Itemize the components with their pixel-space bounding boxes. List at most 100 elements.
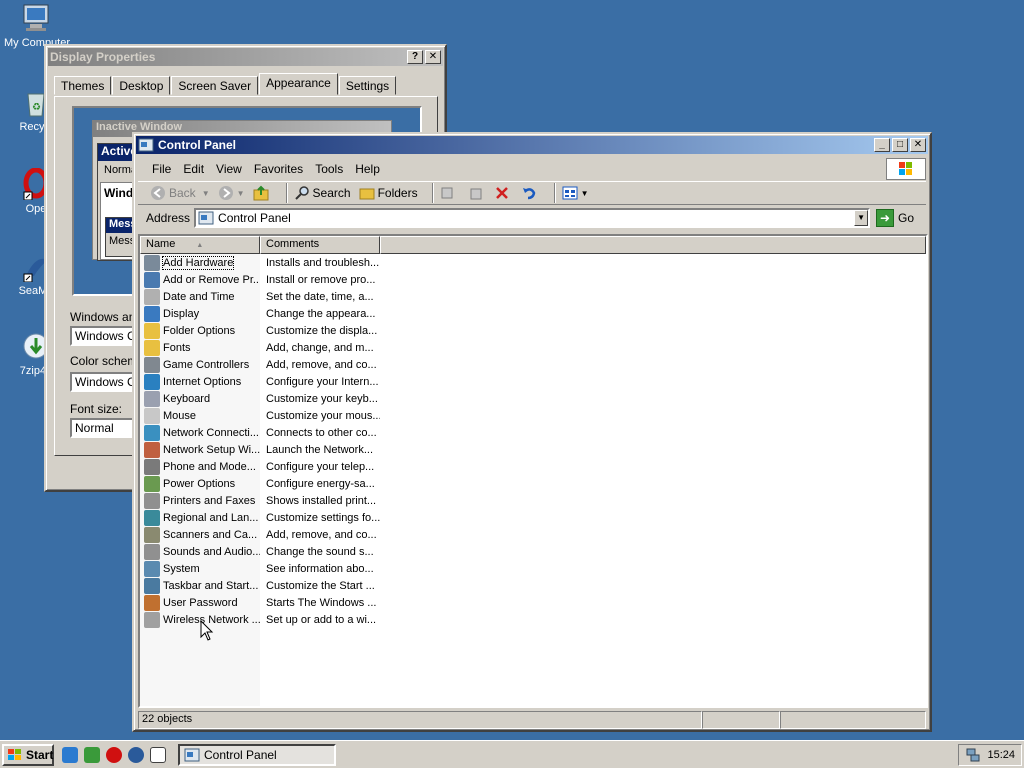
undo-button[interactable]	[521, 185, 540, 201]
list-item[interactable]: Add or Remove Pr... Install or remove pro…	[140, 271, 926, 288]
item-name-cell[interactable]: Taskbar and Start...	[140, 577, 260, 594]
display-properties-titlebar[interactable]: Display Properties ? ✕	[48, 48, 443, 66]
list-item[interactable]: Regional and Lan... Customize settings fo…	[140, 509, 926, 526]
list-item[interactable]: Display Change the appeara...	[140, 305, 926, 322]
go-button[interactable]: ➜ Go	[876, 209, 914, 227]
menu-tools[interactable]: Tools	[315, 162, 343, 176]
tab-desktop[interactable]: Desktop	[112, 76, 171, 95]
item-name-cell[interactable]: Power Options	[140, 475, 260, 492]
minimize-button[interactable]: _	[874, 138, 890, 152]
list-item[interactable]: Taskbar and Start... Customize the Start …	[140, 577, 926, 594]
start-button[interactable]: Start	[2, 743, 54, 766]
list-item[interactable]: Mouse Customize your mous...	[140, 407, 926, 424]
back-label: Back	[169, 186, 196, 200]
move-to-button[interactable]	[440, 185, 459, 201]
item-name-cell[interactable]: Game Controllers	[140, 356, 260, 373]
item-comment: Connects to other co...	[266, 426, 377, 439]
item-name-cell[interactable]: Printers and Faxes	[140, 492, 260, 509]
item-name-cell[interactable]: Network Setup Wi...	[140, 441, 260, 458]
item-name-cell[interactable]: Mouse	[140, 407, 260, 424]
tab-screen-saver[interactable]: Screen Saver	[171, 76, 259, 95]
clock[interactable]: 15:24	[987, 749, 1015, 761]
show-desktop-icon[interactable]	[84, 746, 100, 763]
menu-favorites[interactable]: Favorites	[254, 162, 303, 176]
column-header-name[interactable]: Name ▲	[140, 236, 260, 254]
list-item[interactable]: Internet Options Configure your Intern...	[140, 373, 926, 390]
close-button[interactable]: ✕	[910, 138, 926, 152]
tab-themes[interactable]: Themes	[54, 76, 112, 95]
item-name-cell[interactable]: Network Connecti...	[140, 424, 260, 441]
item-name-cell[interactable]: User Password	[140, 594, 260, 611]
list-item[interactable]: Sounds and Audio... Change the sound s...	[140, 543, 926, 560]
items-rows: Add Hardware Installs and troublesh... Add…	[140, 254, 926, 628]
globe-icon	[144, 373, 160, 390]
color-scheme-select[interactable]: Windows Cla	[70, 372, 140, 392]
network-tray-icon[interactable]	[965, 747, 981, 763]
list-item[interactable]: Fonts Add, change, and m...	[140, 339, 926, 356]
maximize-button[interactable]: □	[892, 138, 908, 152]
menu-file[interactable]: File	[152, 162, 171, 176]
list-item[interactable]: Date and Time Set the date, time, a...	[140, 288, 926, 305]
up-button[interactable]	[253, 185, 272, 201]
list-item[interactable]: Phone and Mode... Configure your telep...	[140, 458, 926, 475]
list-item[interactable]: Network Connecti... Connects to other co.…	[140, 424, 926, 441]
list-item[interactable]: Printers and Faxes Shows installed print.…	[140, 492, 926, 509]
address-dropdown-icon[interactable]: ▼	[854, 210, 869, 226]
close-button[interactable]: ✕	[425, 50, 441, 64]
control-panel-titlebar[interactable]: Control Panel _ □ ✕	[136, 136, 928, 154]
address-input[interactable]: Control Panel ▼	[194, 208, 871, 228]
views-button[interactable]: ▼	[562, 185, 589, 201]
keyboard-icon	[144, 390, 160, 407]
back-button[interactable]: Back ▼	[150, 185, 210, 201]
tab-settings[interactable]: Settings	[338, 76, 397, 95]
back-dropdown-icon[interactable]: ▼	[202, 189, 210, 198]
item-name-cell[interactable]: Add Hardware	[140, 254, 260, 271]
seamonkey-quicklaunch-icon[interactable]	[128, 746, 144, 763]
item-name-cell[interactable]: Fonts	[140, 339, 260, 356]
task-control-panel[interactable]: Control Panel	[178, 743, 336, 766]
task-label: Control Panel	[204, 747, 277, 762]
item-name-cell[interactable]: Internet Options	[140, 373, 260, 390]
menu-help[interactable]: Help	[355, 162, 380, 176]
menu-view[interactable]: View	[216, 162, 242, 176]
desktop-icon-my-computer[interactable]: My Computer	[4, 2, 70, 49]
copy-to-button[interactable]	[467, 185, 486, 201]
list-item[interactable]: Wireless Network ... Set up or add to a w…	[140, 611, 926, 628]
item-name-cell[interactable]: Keyboard	[140, 390, 260, 407]
list-item[interactable]: User Password Starts The Windows ...	[140, 594, 926, 611]
item-name-cell[interactable]: Display	[140, 305, 260, 322]
item-name-cell[interactable]: Phone and Mode...	[140, 458, 260, 475]
menu-edit[interactable]: Edit	[183, 162, 204, 176]
list-item[interactable]: Power Options Configure energy-sa...	[140, 475, 926, 492]
tab-appearance[interactable]: Appearance	[259, 73, 338, 95]
windows-and-buttons-select[interactable]: Windows Cla	[70, 326, 140, 346]
forward-button[interactable]: ▼	[218, 185, 245, 201]
list-item[interactable]: Game Controllers Add, remove, and co...	[140, 356, 926, 373]
item-name-cell[interactable]: Scanners and Ca...	[140, 526, 260, 543]
list-item[interactable]: Folder Options Customize the displa...	[140, 322, 926, 339]
help-button[interactable]: ?	[407, 50, 423, 64]
item-name-cell[interactable]: Regional and Lan...	[140, 509, 260, 526]
font-size-select[interactable]: Normal	[70, 418, 140, 438]
folders-button[interactable]: Folders	[359, 185, 418, 201]
opera-quicklaunch-icon[interactable]	[106, 746, 122, 763]
list-item[interactable]: Network Setup Wi... Launch the Network...	[140, 441, 926, 458]
forward-dropdown-icon[interactable]: ▼	[237, 189, 245, 198]
item-name: System	[163, 562, 200, 575]
window-quicklaunch-icon[interactable]	[150, 746, 166, 763]
list-item[interactable]: Scanners and Ca... Add, remove, and co...	[140, 526, 926, 543]
item-name-cell[interactable]: Sounds and Audio...	[140, 543, 260, 560]
item-name-cell[interactable]: Folder Options	[140, 322, 260, 339]
internet-explorer-icon[interactable]	[62, 746, 78, 763]
views-icon	[562, 185, 578, 201]
item-name-cell[interactable]: Add or Remove Pr...	[140, 271, 260, 288]
item-name-cell[interactable]: Date and Time	[140, 288, 260, 305]
list-item[interactable]: System See information abo...	[140, 560, 926, 577]
list-item[interactable]: Add Hardware Installs and troublesh...	[140, 254, 926, 271]
search-button[interactable]: Search	[294, 185, 351, 201]
list-item[interactable]: Keyboard Customize your keyb...	[140, 390, 926, 407]
column-header-comments[interactable]: Comments	[260, 236, 380, 254]
item-name-cell[interactable]: System	[140, 560, 260, 577]
delete-button[interactable]	[494, 185, 513, 201]
add-remove-programs-icon	[144, 271, 160, 288]
